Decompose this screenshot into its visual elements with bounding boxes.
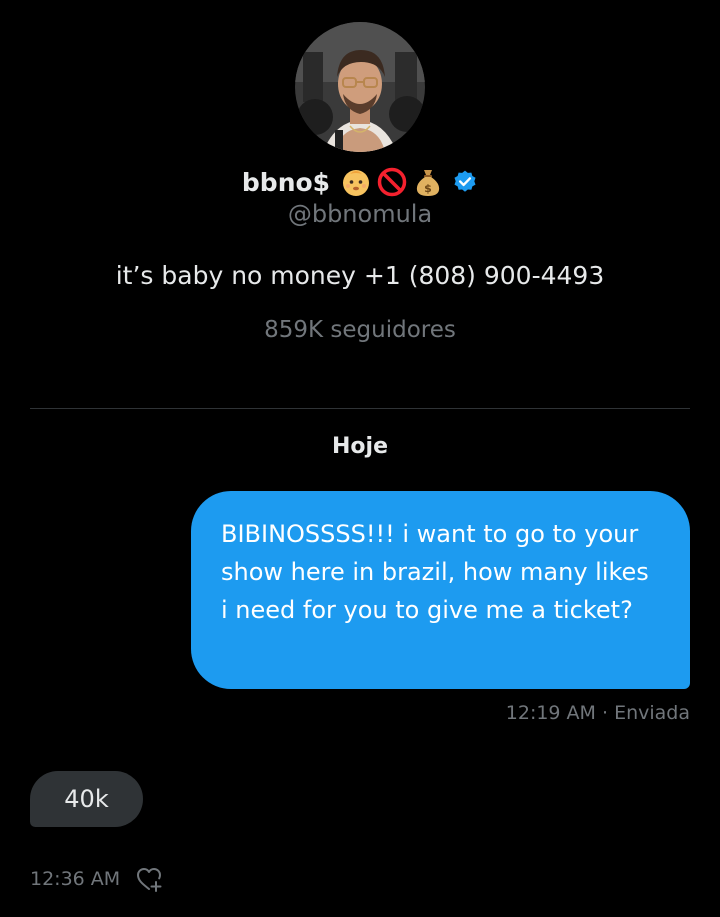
- sent-message-bubble[interactable]: BIBINOSSSS!!! i want to go to your show …: [191, 491, 690, 689]
- follower-count[interactable]: 859K seguidores: [0, 317, 720, 343]
- avatar[interactable]: [295, 22, 425, 152]
- sent-message-meta: 12:19 AM · Enviada: [505, 702, 690, 724]
- received-message-text: 40k: [64, 785, 109, 813]
- prohibited-emoji-icon: [377, 167, 407, 197]
- profile-bio: it’s baby no money +1 (808) 900-4493: [115, 261, 605, 290]
- add-reaction-icon[interactable]: [134, 864, 164, 894]
- profile-handle[interactable]: @bbnomula: [0, 200, 720, 228]
- divider: [30, 408, 690, 409]
- dm-conversation-screen: bbno$ $ @bbnomula it’s baby no money +1 …: [0, 0, 720, 917]
- received-message-meta-row: 12:36 AM: [30, 864, 164, 894]
- sent-message-text: BIBINOSSSS!!! i want to go to your show …: [221, 520, 649, 624]
- baby-emoji-icon: [343, 170, 370, 196]
- svg-text:$: $: [424, 182, 432, 195]
- avatar-photo: [295, 22, 425, 152]
- received-message-time: 12:36 AM: [30, 868, 121, 890]
- money-bag-emoji-icon: $: [416, 170, 440, 196]
- received-message-bubble[interactable]: 40k: [30, 771, 143, 827]
- display-name[interactable]: bbno$: [242, 168, 330, 197]
- verified-badge-icon: [454, 170, 476, 192]
- day-separator: Hoje: [332, 434, 388, 459]
- profile-name-row: bbno$ $: [0, 166, 720, 198]
